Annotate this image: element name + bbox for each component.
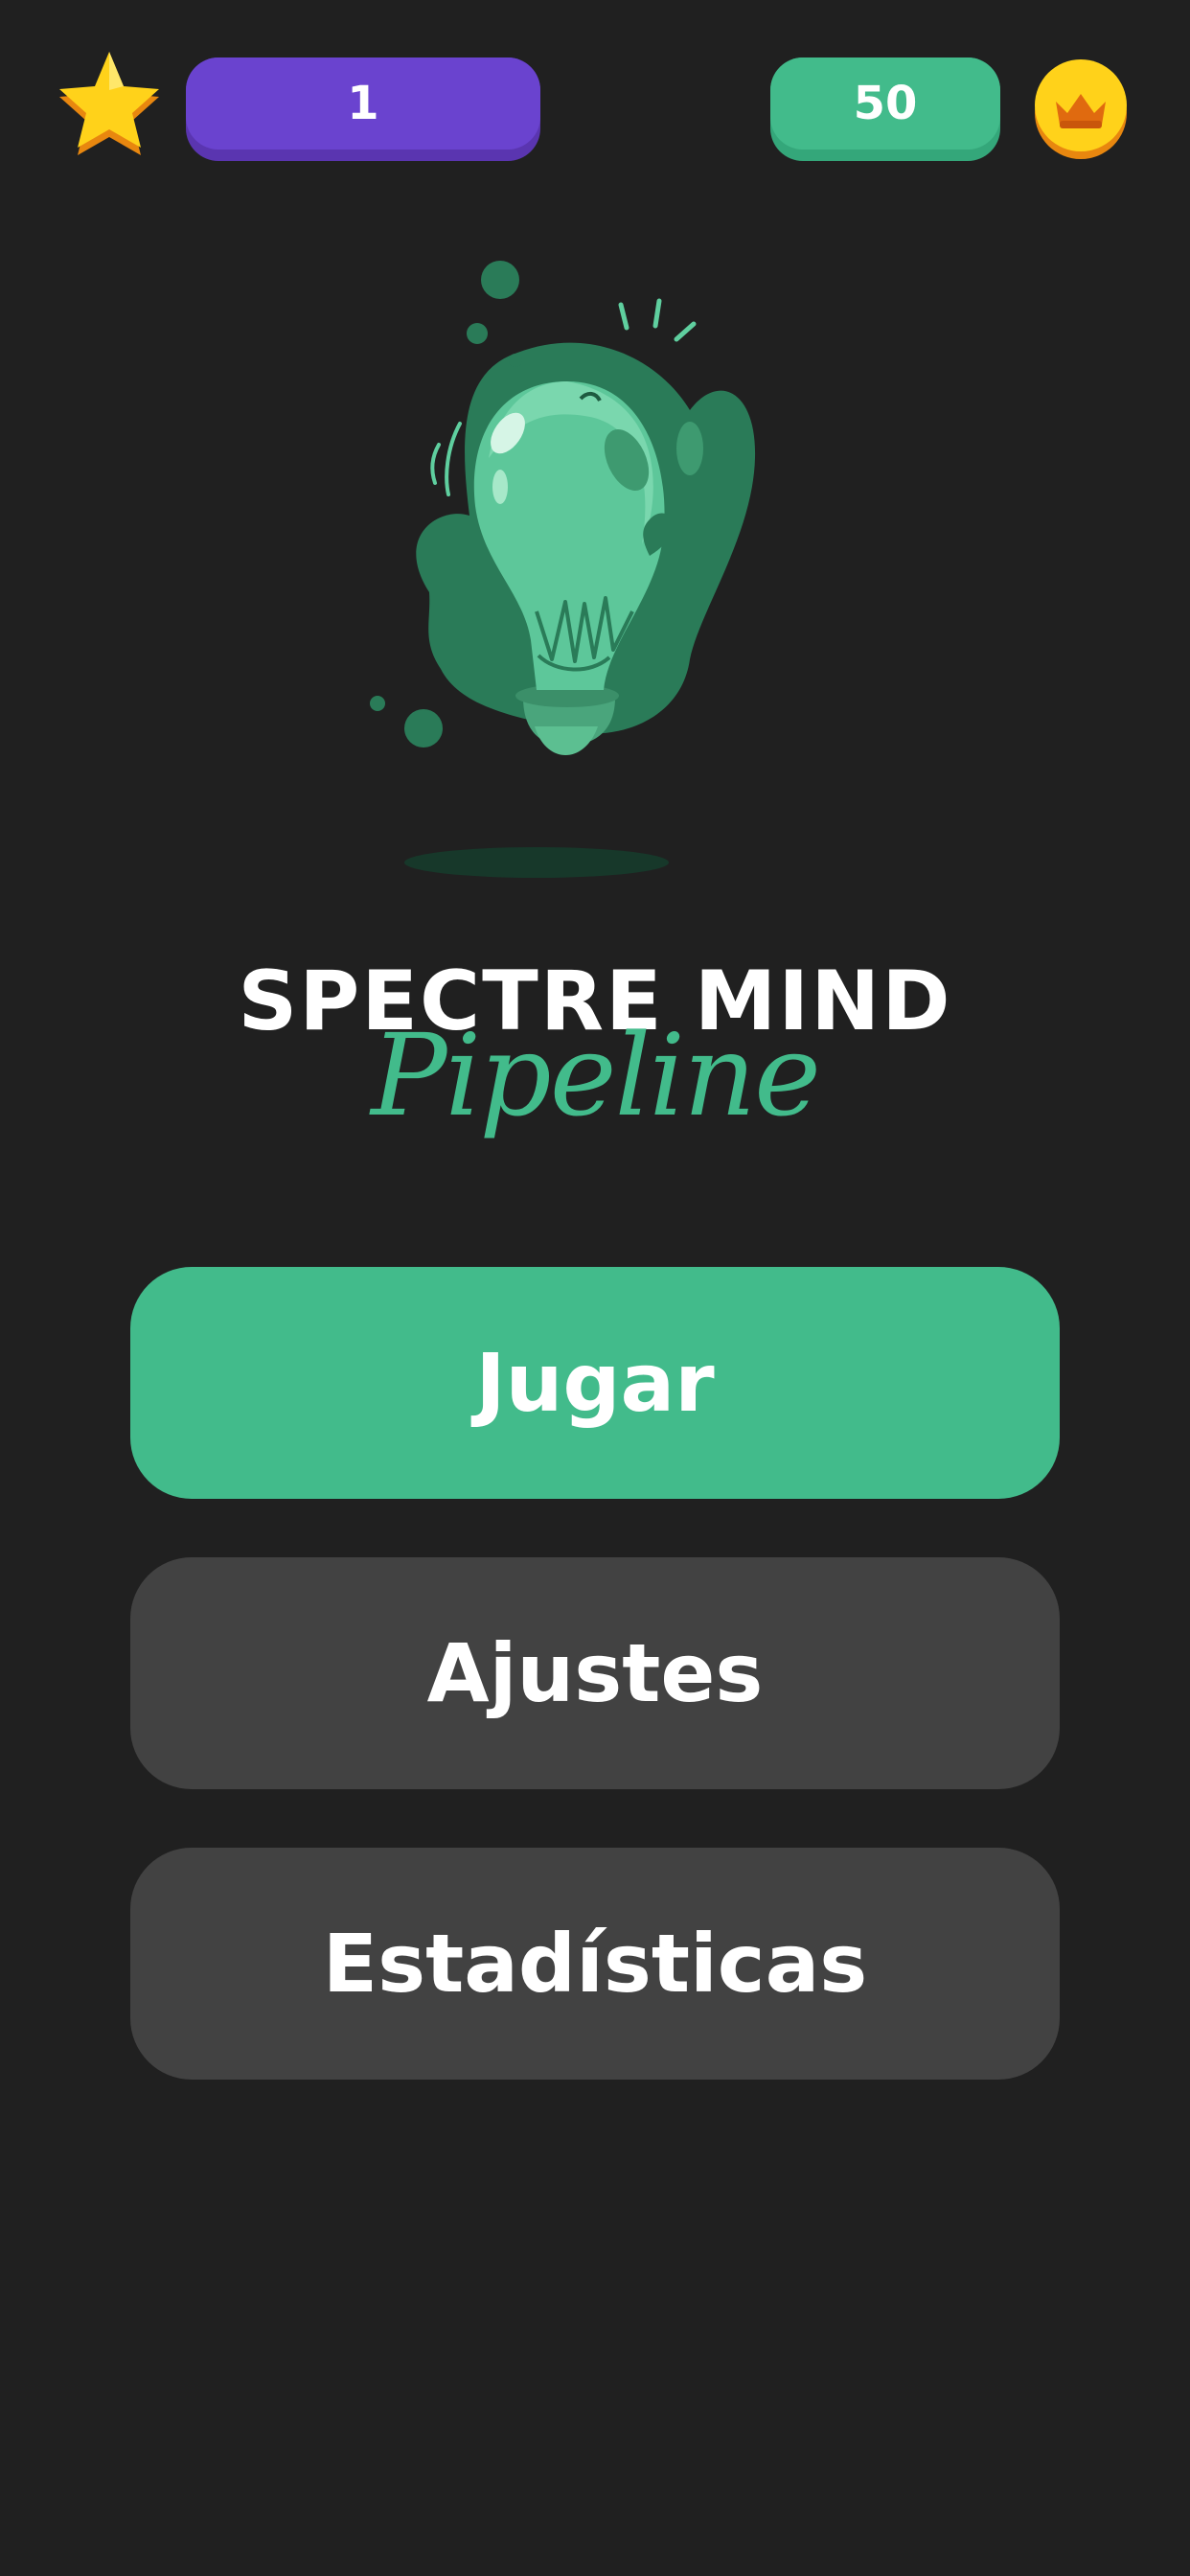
level-indicator[interactable]: 1 — [186, 58, 540, 161]
level-value: 1 — [347, 77, 379, 130]
lightbulb-slime-icon — [355, 247, 795, 880]
star-icon — [54, 52, 165, 165]
crown-coin-icon[interactable] — [1033, 58, 1129, 163]
coins-indicator[interactable]: 50 — [770, 58, 1000, 161]
settings-button[interactable]: Ajustes — [130, 1557, 1060, 1789]
statistics-button[interactable]: Estadísticas — [130, 1848, 1060, 2080]
app-subtitle: Pipeline — [371, 1009, 821, 1141]
coins-value: 50 — [853, 77, 918, 130]
play-button[interactable]: Jugar — [130, 1267, 1060, 1499]
